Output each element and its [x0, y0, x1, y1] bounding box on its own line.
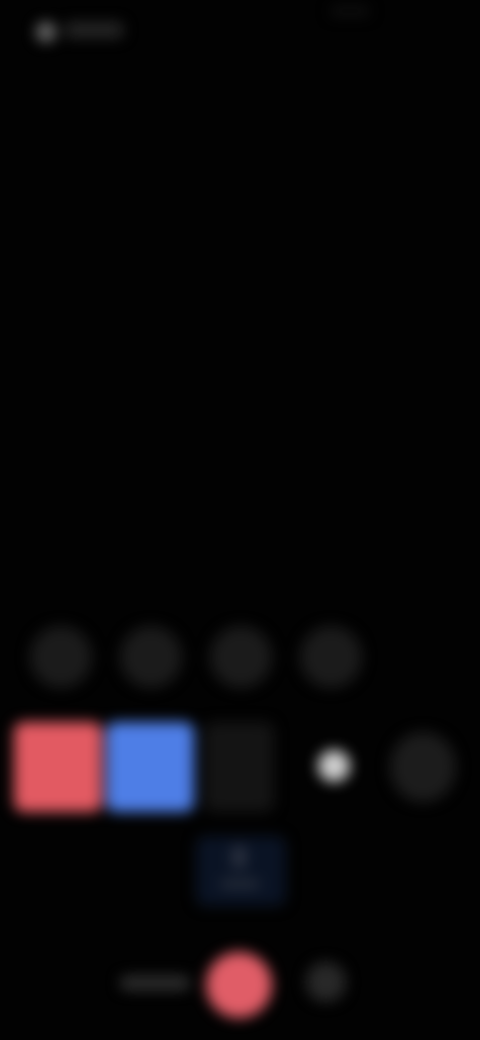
panel-icon	[232, 846, 246, 868]
control-button-2[interactable]	[120, 626, 182, 688]
grey-round-button[interactable]	[390, 732, 456, 802]
dark-tile-button[interactable]	[204, 722, 274, 812]
status-bar	[0, 0, 480, 60]
panel-label	[220, 880, 260, 888]
light-dot-button[interactable]	[302, 722, 364, 812]
status-indicator-icon	[36, 22, 56, 42]
screen	[0, 0, 480, 1040]
blue-tile-button[interactable]	[106, 722, 194, 812]
options-icon[interactable]	[306, 962, 346, 1002]
control-button-1[interactable]	[30, 626, 92, 688]
record-icon[interactable]	[206, 952, 272, 1018]
color-tile-row	[0, 722, 480, 818]
red-tile-button[interactable]	[14, 722, 102, 812]
status-icons	[330, 6, 370, 16]
status-text	[64, 22, 124, 38]
control-button-3[interactable]	[210, 626, 272, 688]
control-row-top	[0, 626, 480, 696]
bottom-bar	[0, 946, 480, 1026]
control-button-4[interactable]	[300, 626, 362, 688]
options-pill-button[interactable]	[120, 976, 190, 990]
blue-panel-button[interactable]	[196, 836, 286, 906]
